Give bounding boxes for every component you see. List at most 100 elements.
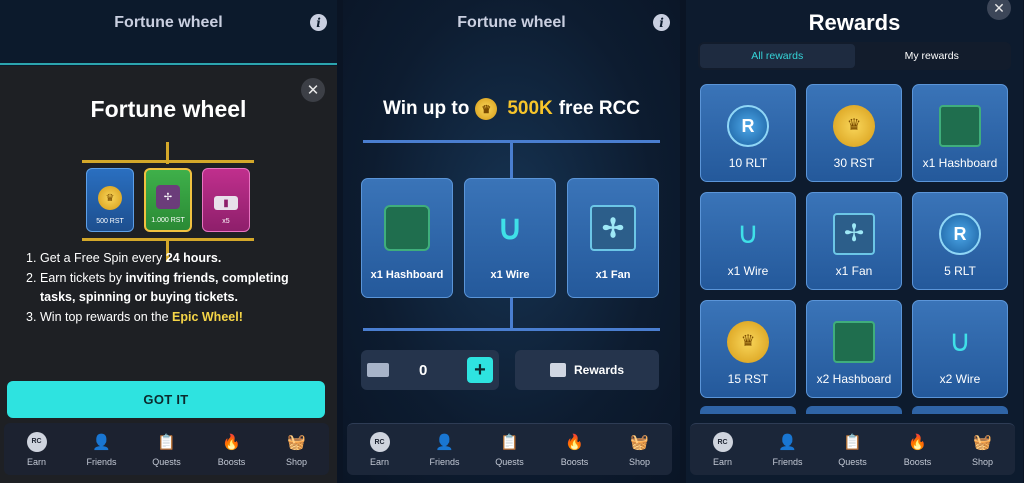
clipboard-check-icon: 📋 [157,433,176,451]
rule-item: 2. Earn tickets by inviting friends, com… [26,269,325,308]
reward-card[interactable]: ♛ 15 RST [700,300,796,398]
nav-label: Earn [712,457,732,467]
fan-icon: ✢ [833,213,875,255]
basket-icon: 🧺 [973,434,992,451]
win-banner: Win up to ♛ 500K free RCC [343,98,680,120]
rewards-screen: Rewards ✕ All rewards My rewards R 10 RLT… [686,0,1023,483]
reward-card[interactable]: x1 Hashboard [912,84,1008,182]
header-divider [0,63,337,65]
tab-my-rewards[interactable]: My rewards [855,44,1010,68]
info-icon[interactable]: i [310,14,327,31]
rule-item: 1. Get a Free Spin every 24 hours. [26,249,325,269]
basket-icon: 🧺 [630,434,649,451]
preview-card-label: x5 [222,218,230,225]
rule-number: 2. [26,270,37,285]
nav-boosts[interactable]: 🔥 Boosts [889,432,947,467]
rewards-button[interactable]: Rewards [515,350,659,390]
rewards-grid: R 10 RLT ♛ 30 RST x1 Hashboard ∪ x1 Wire ✢ x1 Fa… [700,84,1011,398]
nav-label: Quests [152,456,181,467]
reward-card[interactable]: ∪ x2 Wire [912,300,1008,398]
nav-earn[interactable]: RC Earn [694,432,752,467]
header: Fortune wheel i [0,0,337,46]
rc-coin-icon: RC [712,432,733,452]
got-it-button[interactable]: GOT IT [7,381,325,418]
nav-label: Earn [369,457,389,467]
wheel-card-wire[interactable]: ∪ x1 Wire [464,178,556,298]
tab-all-rewards[interactable]: All rewards [700,44,855,68]
nav-label: Earn [26,456,46,467]
crown-coin-icon: ♛ [833,105,875,147]
reward-card[interactable]: ✢ x1 Fan [806,192,902,290]
nav-shop[interactable]: 🧺 Shop [268,432,326,467]
nav-label: Quests [838,457,867,467]
wheel-line [510,140,513,178]
nav-earn[interactable]: RC Earn [8,431,66,467]
nav-boosts[interactable]: 🔥 Boosts [203,432,261,467]
page-title: Rewards [808,10,901,35]
nav-friends[interactable]: 👤 Friends [416,432,474,467]
reward-card[interactable]: x2 Hashboard [806,300,902,398]
preview-card-label: 500 RST [96,218,124,225]
preview-card-rst-big: ✢ 1.000 RST [144,168,192,232]
wheel-card-fan[interactable]: ✢ x1 Fan [567,178,659,298]
nav-label: Boosts [217,456,246,467]
nav-label: Shop [285,456,308,467]
hashboard-icon [833,321,875,363]
fan-icon: ✢ [590,205,636,251]
reward-label: x2 Hashboard [816,372,892,386]
reward-card[interactable]: R 5 RLT [912,192,1008,290]
nav-quests[interactable]: 📋 Quests [138,432,196,467]
wheel-card-hashboard[interactable]: x1 Hashboard [361,178,453,298]
nav-quests[interactable]: 📋 Quests [824,432,882,467]
add-tickets-button[interactable]: + [467,357,493,383]
win-prefix: Win up to [382,98,470,119]
nav-shop[interactable]: 🧺 Shop [611,432,669,467]
bottom-nav: RC Earn 👤 Friends 📋 Quests 🔥 Boosts 🧺 Shop [4,423,329,475]
rules-list: 1. Get a Free Spin every 24 hours. 2. Ea… [26,249,325,327]
wire-icon: ∪ [497,209,523,247]
crown-coin-icon: ♛ [98,186,122,210]
ticket-count: 0 [419,361,428,379]
reward-card[interactable]: ♛ 30 RST [806,84,902,182]
wheel-line [82,160,254,163]
nav-friends[interactable]: 👤 Friends [759,432,817,467]
rewards-tabs: All rewards My rewards [698,42,1011,70]
fortune-wheel-screen: Fortune wheel i Win up to ♛ 500K free RC… [343,0,680,483]
nav-label: Friends [772,457,803,467]
crown-coin-icon: ♛ [727,321,769,363]
nav-earn[interactable]: RC Earn [351,432,409,467]
header: Fortune wheel i [343,0,680,46]
reward-card[interactable] [806,406,902,414]
reward-card[interactable] [912,406,1008,414]
preview-card-rst: ♛ 500 RST [86,168,134,232]
nav-boosts[interactable]: 🔥 Boosts [546,432,604,467]
wire-icon: ∪ [737,217,759,250]
preview-card-tickets: ▮ x5 [202,168,250,232]
modal-title: Fortune wheel [90,96,247,122]
page-title: Fortune wheel [457,14,566,31]
wire-icon: ∪ [949,325,971,358]
reward-label: 10 RLT [728,156,768,170]
card-label: x1 Wire [490,269,530,281]
card-label: x1 Fan [595,269,631,281]
reward-card[interactable] [700,406,796,414]
nav-label: Friends [429,457,460,467]
rc-coin-icon: RC [369,432,390,452]
rule-highlight: Epic Wheel! [172,309,243,324]
wheel-line [82,238,254,241]
reward-label: 15 RST [727,372,769,386]
card-label: x1 Hashboard [370,269,444,281]
nav-friends[interactable]: 👤 Friends [73,432,131,467]
clipboard-check-icon: 📋 [843,434,862,451]
ticket-counter: 0 + [361,350,499,390]
gift-icon [549,363,566,377]
flame-icon: 🔥 [565,434,584,451]
reward-card[interactable]: ∪ x1 Wire [700,192,796,290]
rule-number: 3. [26,309,37,324]
wheel-line [510,298,513,330]
info-icon[interactable]: i [653,14,670,31]
rlt-coin-icon: R [727,105,769,147]
nav-quests[interactable]: 📋 Quests [481,432,539,467]
reward-card[interactable]: R 10 RLT [700,84,796,182]
nav-shop[interactable]: 🧺 Shop [954,432,1012,467]
